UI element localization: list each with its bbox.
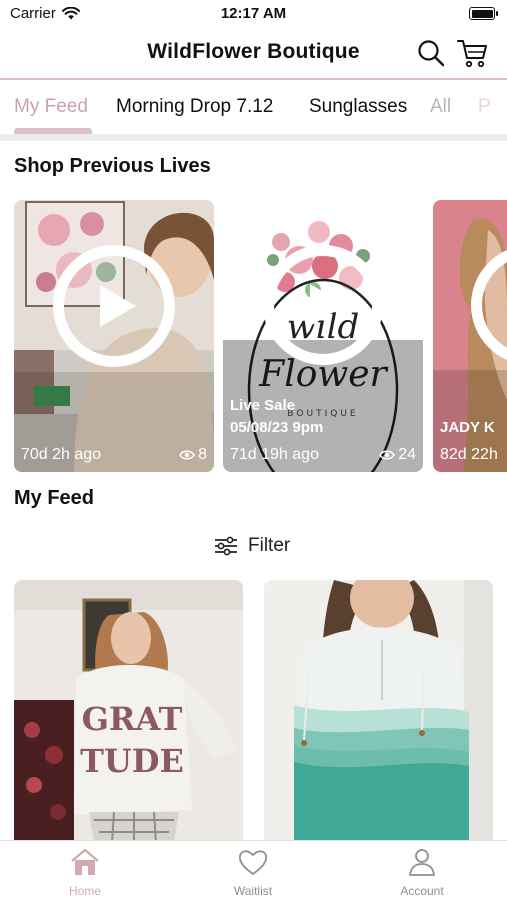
live-caption-line2: 05/08/23 9pm bbox=[230, 419, 324, 436]
live-meta: 70d 2h ago 8 bbox=[21, 446, 207, 464]
search-icon[interactable] bbox=[416, 38, 446, 68]
tab-my-feed[interactable]: My Feed bbox=[14, 96, 88, 118]
live-caption-line1: JADY K bbox=[440, 419, 495, 436]
filter-label: Filter bbox=[248, 535, 291, 556]
cart-icon[interactable] bbox=[456, 37, 488, 69]
live-views: 24 bbox=[379, 446, 416, 464]
live-views-count: 8 bbox=[198, 446, 207, 463]
sliders-icon bbox=[215, 536, 237, 556]
status-bar: Carrier 12:17 AM bbox=[0, 0, 507, 28]
my-feed-title: My Feed bbox=[14, 487, 95, 509]
person-icon bbox=[409, 849, 435, 876]
tab-morning-drop[interactable]: Morning Drop 7.12 bbox=[116, 96, 273, 118]
live-meta: 71d 19h ago 24 bbox=[230, 446, 416, 464]
tabbar-home[interactable]: Home bbox=[35, 847, 135, 898]
tab-p[interactable]: P bbox=[478, 96, 491, 118]
product-card[interactable] bbox=[264, 580, 493, 842]
tabbar-account-label: Account bbox=[400, 884, 444, 898]
live-caption-line1: Live Sale bbox=[230, 397, 296, 414]
tabbar-home-label: Home bbox=[68, 884, 101, 898]
status-time: 12:17 AM bbox=[220, 5, 287, 22]
svg-text:GRAT: GRAT bbox=[82, 700, 183, 738]
live-views: 8 bbox=[179, 446, 207, 464]
play-icon[interactable] bbox=[263, 245, 383, 365]
tabbar-waitlist-label: Waitlist bbox=[233, 884, 273, 898]
home-icon bbox=[71, 848, 99, 875]
heart-icon bbox=[238, 850, 268, 875]
live-meta: 82d 22h bbox=[440, 446, 500, 464]
battery-icon bbox=[469, 7, 498, 20]
previous-lives-title: Shop Previous Lives bbox=[14, 155, 211, 177]
live-age: 82d 22h bbox=[440, 446, 498, 463]
eye-icon bbox=[179, 450, 195, 460]
bottom-tab-bar: Home Waitlist Account bbox=[0, 840, 507, 900]
live-card[interactable]: 70d 2h ago 8 bbox=[14, 200, 214, 472]
tabbar-account[interactable]: Account bbox=[372, 847, 472, 898]
tabbar-waitlist[interactable]: Waitlist bbox=[203, 847, 303, 898]
product-card[interactable]: GRAT TUDE bbox=[14, 580, 243, 842]
play-icon[interactable] bbox=[53, 245, 175, 367]
live-age: 71d 19h ago bbox=[230, 446, 319, 463]
filter-button[interactable]: Filter bbox=[214, 533, 290, 559]
tab-all[interactable]: All bbox=[430, 96, 451, 118]
app-header: WildFlower Boutique bbox=[0, 28, 507, 78]
live-card[interactable]: JADY K 82d 22h bbox=[433, 200, 507, 472]
svg-text:TUDE: TUDE bbox=[80, 742, 184, 780]
live-card[interactable]: wild Flower BOUTIQUE Live Sale 05/08/23 … bbox=[223, 200, 423, 472]
product-image: GRAT TUDE bbox=[14, 580, 243, 842]
product-image bbox=[264, 580, 493, 842]
live-views-count: 24 bbox=[398, 446, 416, 463]
live-age: 70d 2h ago bbox=[21, 446, 102, 463]
tab-sunglasses[interactable]: Sunglasses bbox=[309, 96, 407, 118]
eye-icon bbox=[379, 450, 396, 460]
tabs-divider bbox=[0, 134, 507, 141]
